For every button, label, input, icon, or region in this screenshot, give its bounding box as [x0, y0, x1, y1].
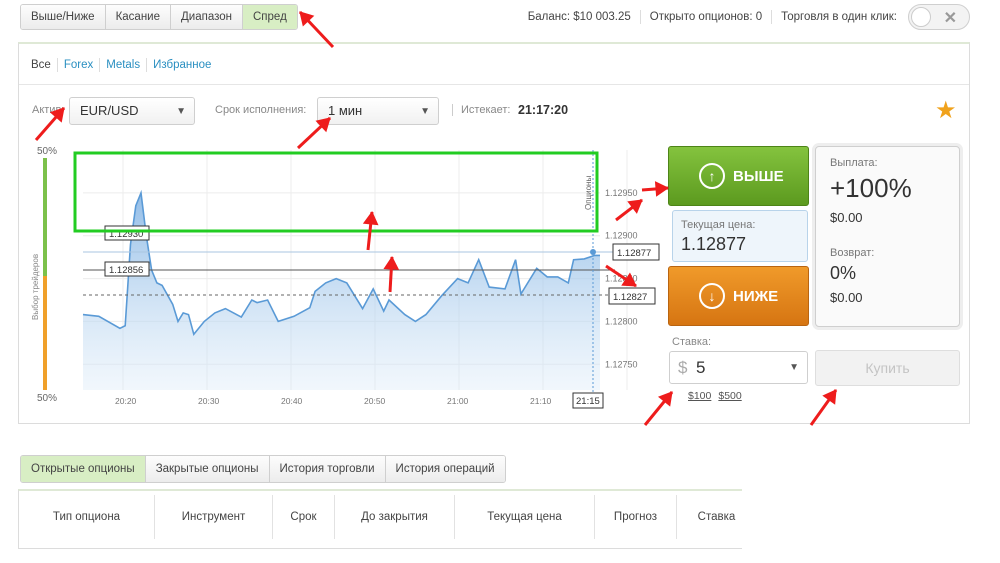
expiry-select[interactable]: 1 мин ▼: [317, 97, 439, 125]
y-tick-label: 1.12750: [605, 359, 638, 369]
expiry-label: Срок исполнения:: [215, 104, 307, 116]
chevron-down-icon: ▼: [420, 106, 430, 117]
tab-higher-lower[interactable]: Выше/Ниже: [21, 5, 106, 29]
table-header: Тип опциона Инструмент Срок До закрытия …: [19, 495, 757, 539]
arrow-up-icon: ↑: [699, 163, 725, 189]
expires-time: 21:17:20: [518, 103, 569, 117]
blank-overlay: [742, 488, 1000, 563]
col-current-price: Текущая цена: [455, 495, 595, 539]
payout-value: +100%: [830, 173, 912, 203]
col-option-type: Тип опциона: [19, 495, 155, 539]
return-amount: $0.00: [830, 290, 863, 305]
col-to-close: До закрытия: [335, 495, 455, 539]
x-tick-label: 21:00: [447, 396, 469, 406]
tab-trade-history[interactable]: История торговли: [269, 456, 386, 482]
payout-amount: $0.00: [830, 210, 863, 225]
expiry-tag: Опционы: [584, 176, 593, 210]
svg-text:21:15: 21:15: [576, 396, 600, 407]
sentiment-bar-green: [43, 158, 47, 276]
asset-select[interactable]: EUR/USD ▼: [69, 97, 195, 125]
col-forecast: Прогноз: [595, 495, 677, 539]
return-value: 0%: [830, 263, 857, 283]
tab-open-options[interactable]: Открытые опционы: [21, 456, 146, 482]
asset-tab-favorites[interactable]: Избранное: [146, 58, 217, 72]
quick-stake-100[interactable]: $100: [688, 390, 711, 402]
tab-spread[interactable]: Спред: [243, 5, 297, 29]
asset-tab-metals[interactable]: Metals: [99, 58, 146, 72]
x-tick-label: 21:10: [530, 396, 552, 406]
favorite-star-icon[interactable]: ★: [935, 96, 957, 125]
asset-filter-tabs: Все Forex Metals Избранное: [31, 58, 217, 72]
x-tick-label: 20:20: [115, 396, 137, 406]
tab-touch[interactable]: Касание: [105, 5, 171, 29]
label-dashed: 1.12827: [608, 287, 656, 305]
quick-stakes: $100 $500: [672, 390, 742, 402]
lower-label: НИЖЕ: [733, 287, 779, 305]
buy-button[interactable]: Купить: [815, 350, 960, 386]
x-tick-label: 20:50: [364, 396, 386, 406]
option-type-tabs: Выше/Ниже Касание Диапазон Спред: [20, 4, 298, 30]
asset-value: EUR/USD: [80, 103, 139, 118]
asset-tab-forex[interactable]: Forex: [56, 58, 99, 72]
higher-button[interactable]: ↑ ВЫШЕ: [668, 146, 809, 206]
arrow-down-icon: ↓: [699, 283, 725, 309]
x-tick-label: 20:30: [198, 396, 220, 406]
y-tick-label: 1.12800: [605, 316, 638, 326]
svg-text:1.12877: 1.12877: [617, 248, 651, 259]
payout-label: Выплата:: [830, 157, 878, 169]
sentiment-bottom-label: 50%: [37, 393, 57, 404]
time-tag: 21:15: [572, 392, 604, 409]
chevron-down-icon: ▼: [789, 362, 799, 373]
y-tick-label: 1.12900: [605, 231, 638, 241]
highlight-box: [73, 151, 599, 233]
tab-operations-history[interactable]: История операций: [385, 456, 505, 482]
asset-tab-all[interactable]: Все: [31, 58, 57, 72]
col-instrument: Инструмент: [155, 495, 273, 539]
stake-select[interactable]: $ 5 ▼: [669, 351, 808, 384]
close-icon: ✕: [943, 10, 957, 27]
stake-currency: $: [678, 358, 688, 377]
price-chart: 1.12950 1.12900 1.12850 1.12800 1.12750 20:2…: [31, 146, 660, 409]
y-tick-label: 1.12950: [605, 188, 638, 198]
current-price-dot: [590, 249, 596, 255]
return-label: Возврат:: [830, 247, 875, 259]
svg-text:1.12827: 1.12827: [613, 292, 647, 303]
y-axis-ticks: 1.12950 1.12900 1.12850 1.12800 1.12750: [605, 188, 638, 369]
sentiment-bar-orange: [43, 276, 47, 390]
current-price-value: 1.12877: [681, 234, 747, 254]
label-entry: 1.12856: [104, 261, 150, 277]
asset-label: Актив:: [32, 104, 65, 116]
stake-value: 5: [696, 358, 706, 377]
toggle-knob: [911, 7, 931, 27]
lower-button[interactable]: ↓ НИЖЕ: [668, 266, 809, 326]
stake-label: Ставка:: [672, 336, 712, 348]
chevron-down-icon: ▼: [176, 106, 186, 117]
options-tabs: Открытые опционы Закрытые опционы Истори…: [20, 455, 506, 483]
x-axis-ticks: 20:20 20:30 20:40 20:50 21:00 21:10: [115, 396, 552, 406]
label-current: 1.12877: [612, 243, 660, 261]
col-term: Срок: [273, 495, 335, 539]
tab-range[interactable]: Диапазон: [171, 5, 243, 29]
higher-label: ВЫШЕ: [733, 167, 784, 185]
svg-text:1.12856: 1.12856: [109, 265, 143, 276]
label-top: 1.12930: [104, 225, 150, 241]
one-click-label: Торговля в один клик:: [771, 10, 906, 24]
one-click-toggle[interactable]: ✕: [908, 4, 970, 30]
top-bar: Выше/Ниже Касание Диапазон Спред Баланс:…: [0, 0, 1000, 38]
account-stats: Баланс: $10 003.25 Открыто опционов: 0 Т…: [519, 4, 1000, 30]
payout-box: Выплата: +100% $0.00 Возврат: 0% $0.00: [815, 146, 960, 327]
quick-stake-500[interactable]: $500: [718, 390, 741, 402]
current-price-label: Текущая цена:: [681, 219, 756, 231]
balance: Баланс: $10 003.25: [527, 11, 631, 23]
sentiment-top-label: 50%: [37, 146, 57, 157]
x-tick-label: 20:40: [281, 396, 303, 406]
open-options-count: Открыто опционов: 0: [639, 10, 771, 24]
tab-closed-options[interactable]: Закрытые опционы: [145, 456, 270, 482]
divider: [19, 84, 969, 85]
sentiment-title: Выбор трейдеров: [31, 254, 40, 320]
y-tick-label: 1.12850: [605, 274, 638, 284]
current-price-box: Текущая цена: 1.12877: [672, 210, 808, 262]
expires-label: Истекает:: [452, 104, 510, 116]
expiry-value: 1 мин: [328, 103, 363, 118]
